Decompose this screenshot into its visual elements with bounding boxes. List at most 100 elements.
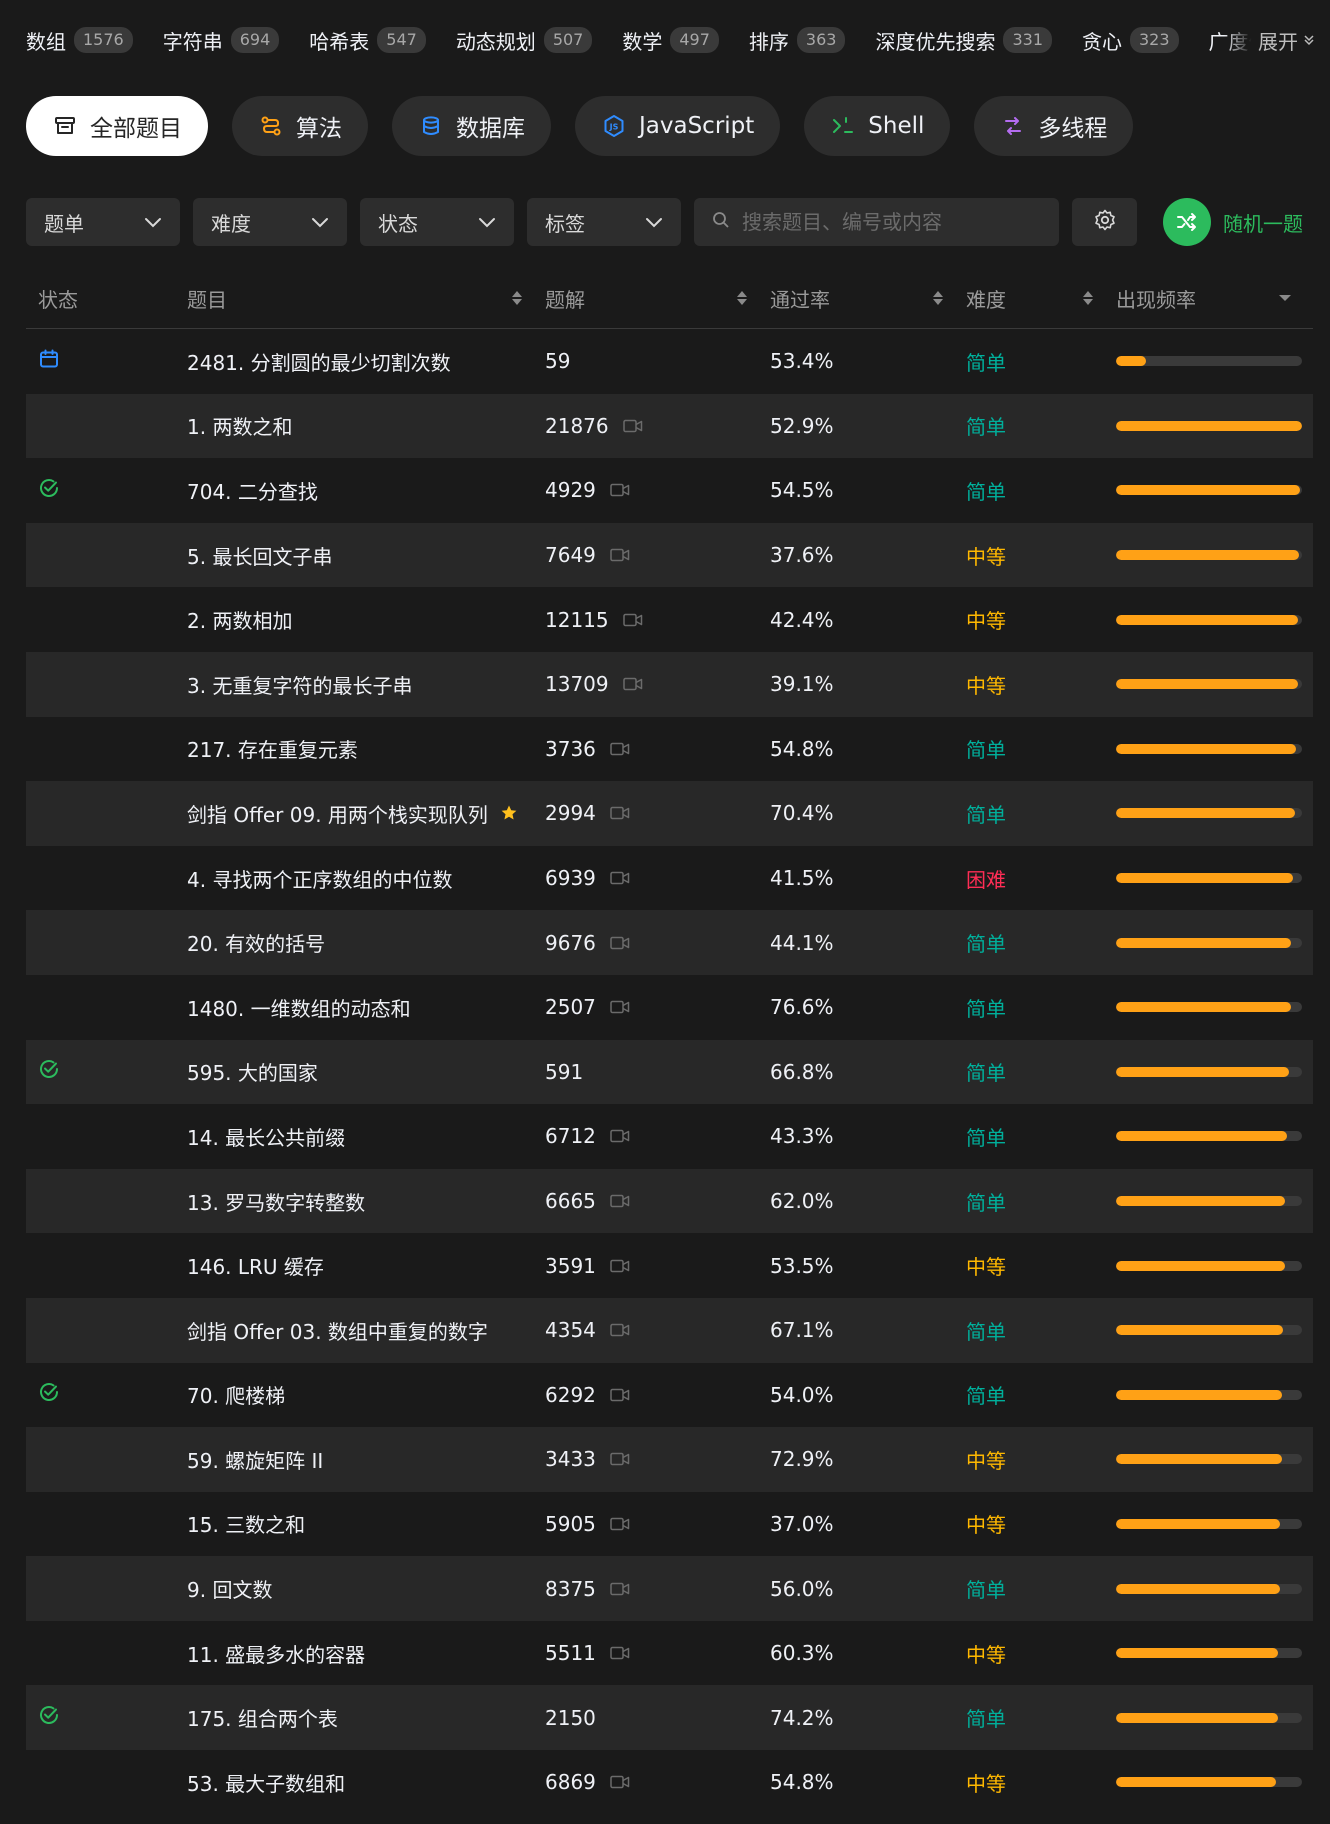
problem-title-link[interactable]: 59. 螺旋矩阵 II (187, 1445, 323, 1474)
solutions-count-link[interactable]: 3736 (545, 737, 596, 761)
table-row[interactable]: 14. 最长公共前缀 6712 43.3% 简单 (26, 1104, 1313, 1169)
filter-dropdown[interactable]: 标签 (527, 198, 681, 246)
solutions-count-link[interactable]: 12115 (545, 608, 609, 632)
category-tab[interactable]: 算法 (232, 96, 368, 156)
video-icon[interactable] (610, 483, 630, 497)
problem-title-link[interactable]: 4. 寻找两个正序数组的中位数 (187, 864, 452, 893)
table-row[interactable]: 4. 寻找两个正序数组的中位数 6939 41.5% 困难 (26, 846, 1313, 911)
solutions-count-link[interactable]: 59 (545, 349, 570, 373)
tag-item[interactable]: 哈希表 547 (309, 26, 426, 55)
table-row[interactable]: 704. 二分查找 4929 54.5% 简单 (26, 458, 1313, 523)
table-row[interactable]: 13. 罗马数字转整数 6665 62.0% 简单 (26, 1168, 1313, 1234)
solutions-count-link[interactable]: 6712 (545, 1124, 596, 1148)
video-icon[interactable] (610, 548, 630, 562)
column-title[interactable]: 题目 (187, 284, 545, 313)
category-tab[interactable]: Shell (804, 96, 951, 156)
solutions-count-link[interactable]: 3433 (545, 1447, 596, 1471)
video-icon[interactable] (610, 871, 630, 885)
video-icon[interactable] (610, 1388, 630, 1402)
problem-title-link[interactable]: 20. 有效的括号 (187, 928, 325, 957)
solutions-count-link[interactable]: 2150 (545, 1706, 596, 1730)
solutions-count-link[interactable]: 2507 (545, 995, 596, 1019)
problem-title-link[interactable]: 70. 爬楼梯 (187, 1380, 285, 1409)
table-row[interactable]: 剑指 Offer 03. 数组中重复的数字 4354 67.1% 简单 (26, 1297, 1313, 1363)
problem-title-link[interactable]: 1. 两数之和 (187, 411, 292, 440)
problem-title-link[interactable]: 11. 盛最多水的容器 (187, 1639, 365, 1668)
solutions-count-link[interactable]: 4929 (545, 478, 596, 502)
table-row[interactable]: 2. 两数相加 12115 42.4% 中等 (26, 587, 1313, 652)
video-icon[interactable] (610, 1194, 630, 1208)
video-icon[interactable] (622, 677, 643, 691)
table-row[interactable]: 217. 存在重复元素 3736 54.8% 简单 (26, 717, 1313, 782)
solutions-count-link[interactable]: 9676 (545, 931, 596, 955)
column-rate[interactable]: 通过率 (770, 284, 966, 313)
solutions-count-link[interactable]: 7649 (545, 543, 596, 567)
problem-title-link[interactable]: 217. 存在重复元素 (187, 734, 358, 763)
video-icon[interactable] (610, 1517, 630, 1531)
solutions-count-link[interactable]: 6665 (545, 1189, 596, 1213)
solutions-count-link[interactable]: 591 (545, 1060, 583, 1084)
settings-button[interactable] (1072, 198, 1137, 246)
table-row[interactable]: 1480. 一维数组的动态和 2507 76.6% 简单 (26, 975, 1313, 1040)
problem-title-link[interactable]: 15. 三数之和 (187, 1509, 305, 1538)
table-row[interactable]: 1. 两数之和 21876 52.9% 简单 (26, 393, 1313, 459)
solutions-count-link[interactable]: 4354 (545, 1318, 596, 1342)
problem-title-link[interactable]: 14. 最长公共前缀 (187, 1122, 345, 1151)
search-box[interactable] (694, 198, 1059, 246)
solutions-count-link[interactable]: 21876 (545, 414, 609, 438)
video-icon[interactable] (610, 936, 630, 950)
problem-title-link[interactable]: 3. 无重复字符的最长子串 (187, 670, 412, 699)
solutions-count-link[interactable]: 6939 (545, 866, 596, 890)
video-icon[interactable] (622, 613, 643, 627)
video-icon[interactable] (610, 742, 630, 756)
tag-item[interactable]: 深度优先搜索 331 (875, 26, 1052, 55)
video-icon[interactable] (610, 806, 630, 820)
video-icon[interactable] (610, 1000, 630, 1014)
table-row[interactable]: 15. 三数之和 5905 37.0% 中等 (26, 1492, 1313, 1557)
table-row[interactable]: 175. 组合两个表 2150 74.2% 简单 (26, 1685, 1313, 1751)
table-row[interactable]: 2481. 分割圆的最少切割次数 59 53.4% 简单 (26, 329, 1313, 394)
tag-item[interactable]: 动态规划 507 (456, 26, 593, 55)
problem-title-link[interactable]: 146. LRU 缓存 (187, 1251, 324, 1280)
problem-title-link[interactable]: 5. 最长回文子串 (187, 541, 332, 570)
video-icon[interactable] (622, 419, 643, 433)
video-icon[interactable] (610, 1775, 630, 1789)
search-input[interactable] (742, 210, 1032, 234)
calendar-icon[interactable] (38, 348, 60, 375)
problem-title-link[interactable]: 53. 最大子数组和 (187, 1768, 345, 1797)
filter-dropdown[interactable]: 题单 (26, 198, 180, 246)
problem-title-link[interactable]: 1480. 一维数组的动态和 (187, 993, 411, 1022)
expand-tags-button[interactable]: 展开 (1224, 22, 1316, 58)
category-tab[interactable]: 数据库 (392, 96, 551, 156)
table-row[interactable]: 59. 螺旋矩阵 II 3433 72.9% 中等 (26, 1427, 1313, 1492)
video-icon[interactable] (610, 1452, 630, 1466)
table-row[interactable]: 5. 最长回文子串 7649 37.6% 中等 (26, 522, 1313, 588)
tag-item[interactable]: 排序 363 (749, 26, 846, 55)
problem-title-link[interactable]: 2481. 分割圆的最少切割次数 (187, 347, 451, 376)
filter-dropdown[interactable]: 状态 (360, 198, 514, 246)
column-frequency[interactable]: 出现频率 (1116, 284, 1313, 313)
table-row[interactable]: 70. 爬楼梯 6292 54.0% 简单 (26, 1363, 1313, 1428)
tag-item[interactable]: 字符串 694 (163, 26, 280, 55)
table-row[interactable]: 595. 大的国家 591 66.8% 简单 (26, 1039, 1313, 1105)
column-solutions[interactable]: 题解 (545, 284, 770, 313)
table-row[interactable]: 146. LRU 缓存 3591 53.5% 中等 (26, 1233, 1313, 1298)
video-icon[interactable] (610, 1646, 630, 1660)
solutions-count-link[interactable]: 13709 (545, 672, 609, 696)
tag-item[interactable]: 贪心 323 (1082, 26, 1179, 55)
filter-dropdown[interactable]: 难度 (193, 198, 347, 246)
category-tab[interactable]: JS JavaScript (575, 96, 781, 156)
solutions-count-link[interactable]: 5511 (545, 1641, 596, 1665)
problem-title-link[interactable]: 595. 大的国家 (187, 1057, 318, 1086)
video-icon[interactable] (610, 1259, 630, 1273)
problem-title-link[interactable]: 剑指 Offer 09. 用两个栈实现队列 (187, 799, 488, 828)
table-row[interactable]: 20. 有效的括号 9676 44.1% 简单 (26, 910, 1313, 975)
tag-item[interactable]: 数学 497 (622, 26, 719, 55)
table-row[interactable]: 3. 无重复字符的最长子串 13709 39.1% 中等 (26, 651, 1313, 717)
solutions-count-link[interactable]: 2994 (545, 801, 596, 825)
category-tab[interactable]: 多线程 (974, 96, 1134, 156)
solutions-count-link[interactable]: 6869 (545, 1770, 596, 1794)
solutions-count-link[interactable]: 8375 (545, 1577, 596, 1601)
problem-title-link[interactable]: 175. 组合两个表 (187, 1703, 338, 1732)
video-icon[interactable] (610, 1582, 630, 1596)
